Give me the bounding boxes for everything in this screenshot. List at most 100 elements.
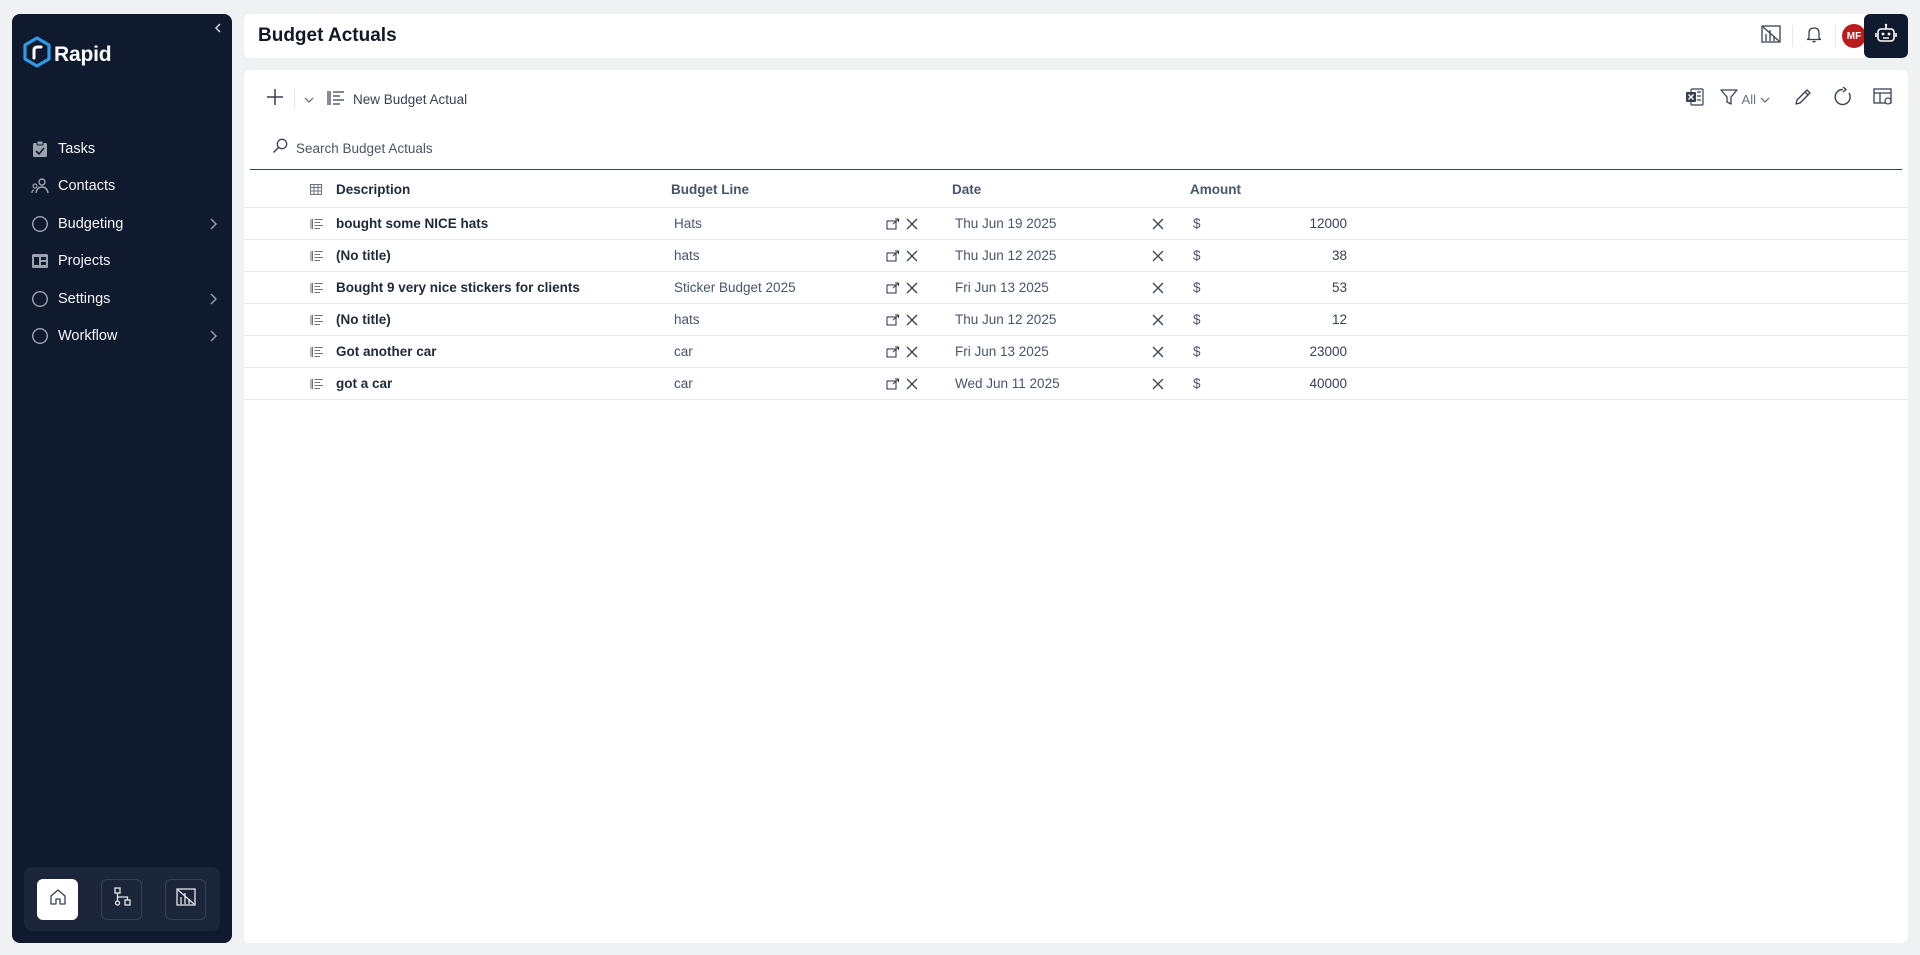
clear-date-icon[interactable] bbox=[1152, 346, 1164, 358]
cell-amount[interactable]: $ 40000 bbox=[1190, 376, 1350, 391]
chevron-right-icon bbox=[206, 217, 220, 231]
cell-budget-line[interactable]: hats bbox=[671, 248, 886, 263]
filter-value: All bbox=[1741, 91, 1756, 107]
add-button[interactable] bbox=[260, 84, 290, 114]
projects-icon bbox=[30, 251, 50, 271]
cell-amount[interactable]: $ 38 bbox=[1190, 248, 1350, 263]
clear-budget-line-icon[interactable] bbox=[906, 314, 918, 326]
amount-value: 53 bbox=[1331, 280, 1347, 295]
sidebar-item-projects[interactable]: Projects bbox=[12, 243, 232, 281]
new-budget-actual-button[interactable]: New Budget Actual bbox=[327, 90, 467, 109]
cell-amount[interactable]: $ 12000 bbox=[1190, 216, 1350, 231]
cell-date[interactable]: Fri Jun 13 2025 bbox=[952, 344, 1152, 359]
clear-date-icon[interactable] bbox=[1152, 250, 1164, 262]
open-link-icon[interactable] bbox=[886, 345, 900, 358]
workflow-diagram-icon bbox=[112, 886, 132, 912]
record-list-icon[interactable] bbox=[310, 282, 324, 294]
table-view-icon[interactable] bbox=[244, 184, 336, 195]
table-row[interactable]: Bought 9 very nice stickers for clients … bbox=[244, 272, 1908, 304]
table-body: bought some NICE hats Hats Thu Jun 19 20… bbox=[244, 208, 1908, 400]
sidebar-item-tasks[interactable]: Tasks bbox=[12, 130, 232, 168]
home-button[interactable] bbox=[37, 878, 78, 920]
column-header-description[interactable]: Description bbox=[336, 182, 671, 197]
cell-budget-line[interactable]: hats bbox=[671, 312, 886, 327]
cell-date[interactable]: Wed Jun 11 2025 bbox=[952, 376, 1152, 391]
sidebar-nav: Tasks Contacts Budgeting Projects Settin… bbox=[12, 130, 232, 355]
cell-description: bought some NICE hats bbox=[336, 216, 489, 231]
open-link-icon[interactable] bbox=[886, 249, 900, 262]
rapid-logo-icon bbox=[22, 36, 52, 73]
logo-text: Rapid bbox=[54, 42, 112, 66]
logo[interactable]: Rapid bbox=[22, 36, 112, 73]
open-link-icon[interactable] bbox=[886, 281, 900, 294]
clear-budget-line-icon[interactable] bbox=[906, 282, 918, 294]
cell-date[interactable]: Thu Jun 19 2025 bbox=[952, 216, 1152, 231]
column-header-amount[interactable]: Amount bbox=[1190, 182, 1350, 197]
cell-amount[interactable]: $ 12 bbox=[1190, 312, 1350, 327]
currency-symbol: $ bbox=[1193, 376, 1201, 391]
search-input[interactable] bbox=[296, 141, 696, 156]
table-row[interactable]: got a car car Wed Jun 11 2025 $ 40000 bbox=[244, 368, 1908, 400]
avatar[interactable]: MF bbox=[1842, 24, 1866, 48]
clear-budget-line-icon[interactable] bbox=[906, 378, 918, 390]
edit-button[interactable] bbox=[1788, 84, 1818, 114]
table-settings-button[interactable] bbox=[1868, 84, 1898, 114]
record-list-icon[interactable] bbox=[310, 346, 324, 358]
export-excel-button[interactable] bbox=[1680, 84, 1710, 114]
open-link-icon[interactable] bbox=[886, 377, 900, 390]
add-options-dropdown[interactable] bbox=[299, 84, 319, 114]
assistant-button[interactable] bbox=[1864, 14, 1908, 58]
record-list-icon[interactable] bbox=[310, 218, 324, 230]
sidebar-item-label: Contacts bbox=[58, 178, 116, 195]
filter-dropdown[interactable]: All bbox=[1719, 88, 1770, 111]
open-link-icon[interactable] bbox=[886, 217, 900, 230]
clear-date-icon[interactable] bbox=[1152, 218, 1164, 230]
report-button[interactable] bbox=[165, 878, 206, 920]
clear-budget-line-icon[interactable] bbox=[906, 346, 918, 358]
cell-date[interactable]: Fri Jun 13 2025 bbox=[952, 280, 1152, 295]
sidebar-item-contacts[interactable]: Contacts bbox=[12, 168, 232, 206]
header-bar: Budget Actuals MF bbox=[244, 14, 1886, 58]
budget-actuals-table: Description Budget Line Date Amount boug… bbox=[244, 172, 1908, 400]
record-list-icon[interactable] bbox=[310, 314, 324, 326]
sidebar-item-budgeting[interactable]: Budgeting bbox=[12, 205, 232, 243]
workflow-button[interactable] bbox=[101, 878, 142, 920]
sidebar-item-label: Tasks bbox=[58, 140, 96, 157]
sidebar-item-settings[interactable]: Settings bbox=[12, 280, 232, 318]
amount-value: 40000 bbox=[1309, 376, 1347, 391]
cell-date[interactable]: Thu Jun 12 2025 bbox=[952, 248, 1152, 263]
cell-budget-line[interactable]: car bbox=[671, 344, 886, 359]
table-row[interactable]: (No title) hats Thu Jun 12 2025 $ 12 bbox=[244, 304, 1908, 336]
table-row[interactable]: (No title) hats Thu Jun 12 2025 $ 38 bbox=[244, 240, 1908, 272]
clear-budget-line-icon[interactable] bbox=[906, 250, 918, 262]
page-title: Budget Actuals bbox=[258, 25, 397, 46]
cell-amount[interactable]: $ 53 bbox=[1190, 280, 1350, 295]
clear-budget-line-icon[interactable] bbox=[906, 218, 918, 230]
column-header-budget-line[interactable]: Budget Line bbox=[671, 182, 886, 197]
cell-date[interactable]: Thu Jun 12 2025 bbox=[952, 312, 1152, 327]
chevron-down-icon bbox=[1760, 90, 1770, 108]
currency-symbol: $ bbox=[1193, 344, 1201, 359]
collapse-sidebar-icon[interactable] bbox=[210, 20, 226, 36]
cell-budget-line[interactable]: Sticker Budget 2025 bbox=[671, 280, 886, 295]
sidebar-item-workflow[interactable]: Workflow bbox=[12, 318, 232, 356]
cell-budget-line[interactable]: Hats bbox=[671, 216, 886, 231]
notifications-button[interactable] bbox=[1799, 21, 1829, 51]
amount-value: 12000 bbox=[1309, 216, 1347, 231]
clear-date-icon[interactable] bbox=[1152, 282, 1164, 294]
open-link-icon[interactable] bbox=[886, 313, 900, 326]
table-row[interactable]: bought some NICE hats Hats Thu Jun 19 20… bbox=[244, 208, 1908, 240]
refresh-icon bbox=[1833, 85, 1853, 112]
column-header-date[interactable]: Date bbox=[952, 182, 1152, 197]
circle-icon bbox=[30, 214, 50, 234]
record-list-icon[interactable] bbox=[310, 250, 324, 262]
record-list-icon[interactable] bbox=[310, 378, 324, 390]
report-header-button[interactable] bbox=[1756, 21, 1786, 51]
cell-amount[interactable]: $ 23000 bbox=[1190, 344, 1350, 359]
cell-budget-line[interactable]: car bbox=[671, 376, 886, 391]
bell-icon bbox=[1806, 25, 1822, 48]
clear-date-icon[interactable] bbox=[1152, 314, 1164, 326]
table-row[interactable]: Got another car car Fri Jun 13 2025 $ 23… bbox=[244, 336, 1908, 368]
refresh-button[interactable] bbox=[1828, 84, 1858, 114]
clear-date-icon[interactable] bbox=[1152, 378, 1164, 390]
